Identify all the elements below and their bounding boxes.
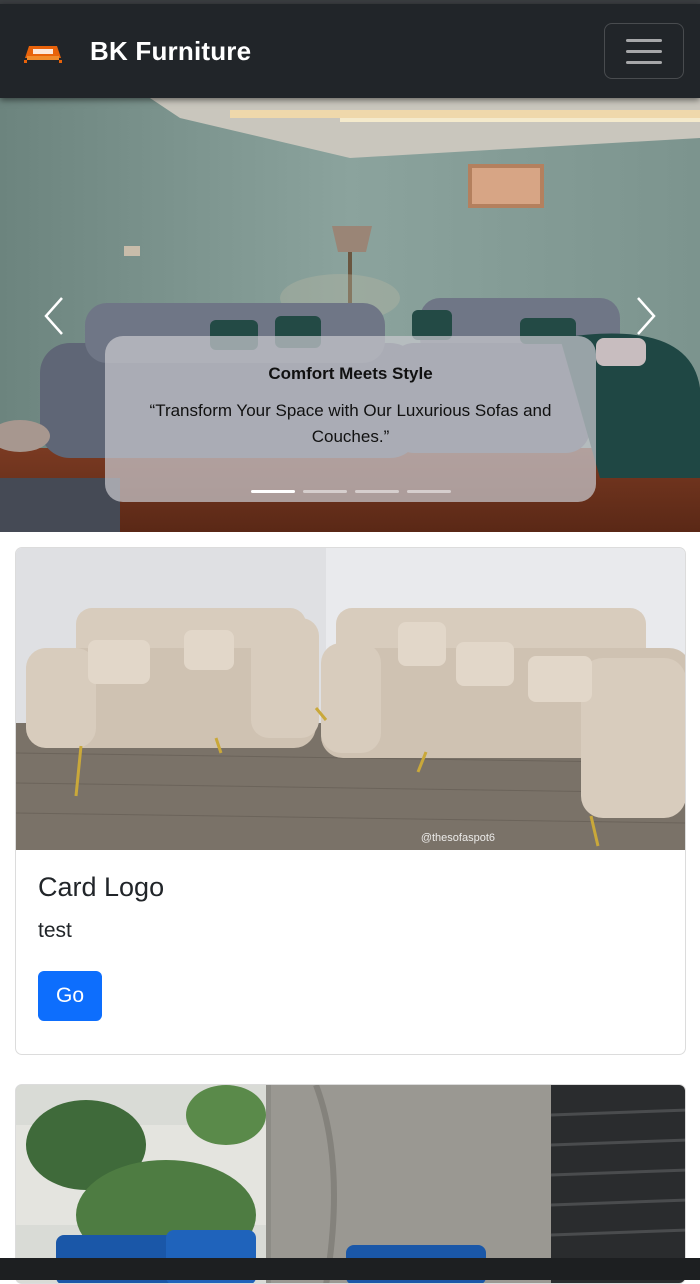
carousel-indicator-3[interactable] [354,490,399,493]
product-card: @thesofaspot6 Card Logo test Go [15,547,686,1055]
caption-title: Comfort Meets Style [268,364,433,383]
blue-sofa-outdoor-photo [16,1085,685,1283]
carousel-indicator-1[interactable] [250,490,295,493]
navbar: BK Furniture [0,4,700,98]
sofa-logo-icon[interactable] [20,36,66,66]
carousel-prev-button[interactable] [34,288,74,344]
bottom-bar [0,1258,700,1280]
carousel-indicator-4[interactable] [406,490,451,493]
cream-sofa-set-photo [16,548,685,850]
hero-carousel: Comfort Meets Style “Transform Your Spac… [0,98,700,532]
carousel-caption: Comfort Meets Style “Transform Your Spac… [105,336,596,502]
go-button[interactable]: Go [38,971,103,1021]
image-watermark: @thesofaspot6 [420,832,495,844]
hamburger-menu-icon [626,38,662,42]
carousel-next-button[interactable] [626,288,666,344]
product-card [15,1084,686,1284]
card-text: test [38,919,72,942]
chevron-left-icon [44,297,63,335]
carousel-indicator-2[interactable] [302,490,347,493]
card-title: Card Logo [38,872,165,902]
chevron-right-icon [637,297,656,335]
caption-text: “Transform Your Space with Our Luxurious… [149,401,552,446]
carousel-indicators [105,490,596,493]
brand-name[interactable]: BK Furniture [90,36,251,67]
hamburger-menu-button[interactable] [604,23,684,79]
